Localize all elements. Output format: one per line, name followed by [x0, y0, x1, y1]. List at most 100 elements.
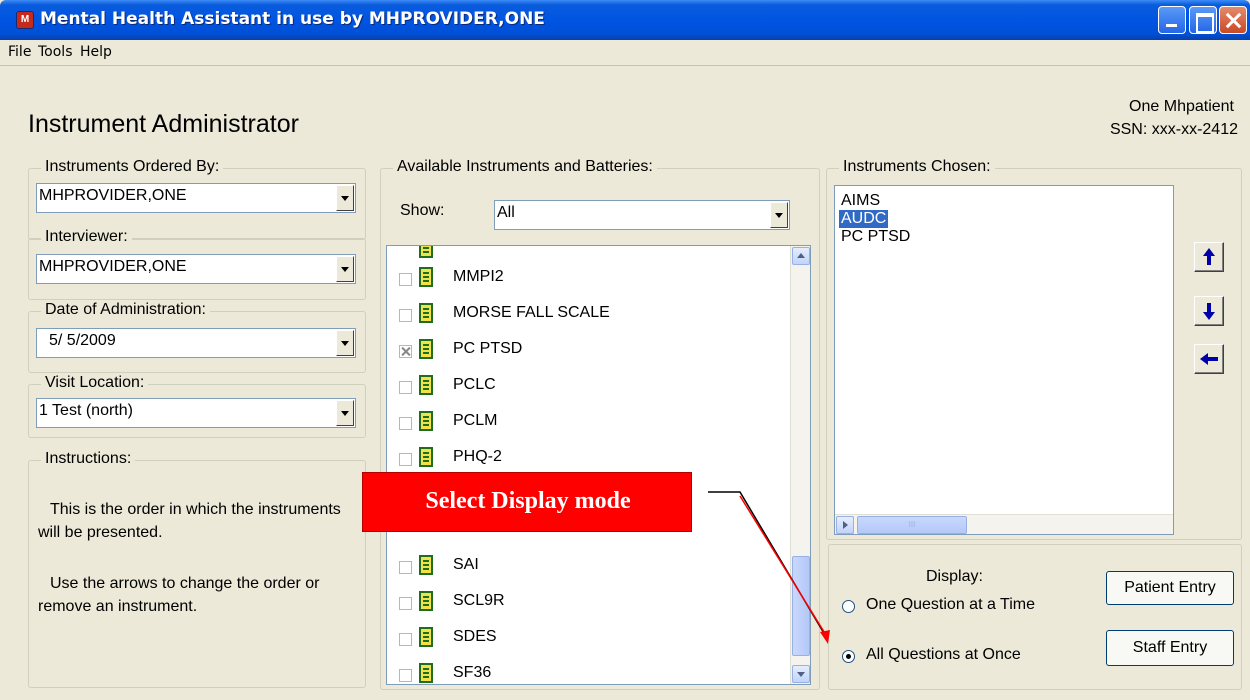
move-up-button[interactable]	[1194, 242, 1224, 272]
list-item-label: SDES	[453, 628, 497, 645]
instrument-list[interactable]: MMPI2 MORSE FALL SCALE PC PTSD PCLC PCLM…	[386, 245, 811, 685]
ordered-by-value: MHPROVIDER,ONE	[39, 187, 187, 204]
chevron-down-icon[interactable]	[336, 330, 354, 356]
window-title: Mental Health Assistant in use by MHPROV…	[40, 9, 545, 29]
list-item-label: SCL9R	[453, 592, 505, 609]
minimize-button[interactable]	[1158, 6, 1186, 34]
scroll-up-icon[interactable]	[792, 247, 810, 265]
patient-name: One Mhpatient	[1129, 98, 1234, 115]
document-icon	[419, 303, 433, 323]
scroll-thumb[interactable]	[792, 556, 810, 656]
maximize-button[interactable]	[1189, 6, 1217, 34]
checkbox[interactable]	[399, 453, 412, 466]
list-item[interactable]: SCL9R	[387, 587, 787, 623]
arrow-down-icon	[1203, 303, 1215, 320]
list-item[interactable]: PCLM	[387, 407, 787, 443]
instructions-label: Instructions:	[41, 450, 136, 468]
checkbox[interactable]	[399, 309, 412, 322]
list-item-label: PC PTSD	[453, 340, 523, 357]
menu-tools[interactable]: Tools	[38, 44, 73, 60]
chevron-down-icon[interactable]	[336, 400, 354, 426]
list-item-label: MMPI2	[453, 268, 504, 285]
interviewer-label: Interviewer:	[41, 228, 132, 246]
interviewer-select[interactable]: MHPROVIDER,ONE	[36, 254, 356, 284]
option-all-questions-label[interactable]: All Questions at Once	[866, 646, 1021, 664]
arrow-left-icon	[1200, 353, 1218, 365]
document-icon	[419, 411, 433, 431]
checkbox[interactable]	[399, 273, 412, 286]
checkbox[interactable]	[399, 561, 412, 574]
list-item[interactable]: MORSE FALL SCALE	[387, 299, 787, 335]
scroll-thumb[interactable]: III	[857, 516, 967, 534]
document-icon	[419, 375, 433, 395]
instructions-text-2: Use the arrows to change the order or re…	[38, 575, 320, 615]
list-item-label: SF36	[453, 664, 492, 681]
document-icon	[419, 627, 433, 647]
chosen-horizontal-scrollbar[interactable]: III	[835, 514, 1173, 534]
chosen-item-selected[interactable]: AUDC	[839, 210, 889, 228]
chosen-list[interactable]: AIMS AUDC PC PTSD III	[834, 185, 1174, 535]
available-label: Available Instruments and Batteries:	[393, 158, 657, 176]
list-item[interactable]: PCLC	[387, 371, 787, 407]
ordered-by-select[interactable]: MHPROVIDER,ONE	[36, 183, 356, 213]
document-icon	[419, 447, 433, 467]
checkbox[interactable]	[399, 669, 412, 682]
close-button[interactable]	[1219, 6, 1247, 34]
menu-help[interactable]: Help	[80, 44, 112, 60]
date-value: 5/ 5/2009	[49, 332, 116, 349]
interviewer-value: MHPROVIDER,ONE	[39, 258, 187, 275]
list-item[interactable]: SAI	[387, 551, 787, 587]
staff-entry-button[interactable]: Staff Entry	[1106, 630, 1234, 666]
chosen-item[interactable]: PC PTSD	[839, 228, 912, 246]
chevron-down-icon[interactable]	[770, 202, 788, 228]
remove-button[interactable]	[1194, 344, 1224, 374]
page-title: Instrument Administrator	[28, 110, 299, 138]
app-icon: M	[16, 11, 34, 29]
list-item-label: PCLM	[453, 412, 498, 429]
option-one-question-label[interactable]: One Question at a Time	[866, 596, 1035, 614]
chosen-label: Instruments Chosen:	[839, 158, 995, 176]
list-item[interactable]: SDES	[387, 623, 787, 659]
chosen-item[interactable]: AIMS	[839, 192, 882, 210]
visit-location-value: 1 Test (north)	[39, 402, 133, 419]
document-icon	[419, 267, 433, 287]
list-item[interactable]: SF36	[387, 659, 787, 684]
document-icon	[419, 339, 433, 359]
list-item-label: MORSE FALL SCALE	[453, 304, 610, 321]
list-item[interactable]: PC PTSD	[387, 335, 787, 371]
annotation-text: Select Display mode	[425, 488, 631, 514]
display-label: Display:	[926, 568, 983, 585]
checkbox[interactable]	[399, 381, 412, 394]
document-icon	[419, 663, 433, 683]
radio-all-questions[interactable]	[842, 650, 855, 663]
document-icon	[419, 591, 433, 611]
date-picker[interactable]: 5/ 5/2009	[36, 328, 356, 358]
show-label: Show:	[400, 202, 445, 219]
radio-one-question[interactable]	[842, 600, 855, 613]
chevron-down-icon[interactable]	[336, 256, 354, 282]
checkbox[interactable]	[399, 633, 412, 646]
menu-bar: File Tools Help	[0, 40, 1250, 66]
arrow-up-icon	[1203, 248, 1215, 265]
list-item[interactable]: MMPI2	[387, 263, 787, 299]
checkbox[interactable]	[399, 417, 412, 430]
display-panel	[828, 544, 1242, 690]
chevron-down-icon[interactable]	[336, 185, 354, 211]
move-down-button[interactable]	[1194, 296, 1224, 326]
scroll-down-icon[interactable]	[792, 665, 810, 683]
scroll-right-icon[interactable]	[836, 516, 854, 534]
checkbox-checked[interactable]	[399, 345, 412, 358]
menu-file[interactable]: File	[8, 44, 31, 60]
document-icon	[419, 555, 433, 575]
show-filter-select[interactable]: All	[494, 200, 790, 230]
checkbox[interactable]	[399, 597, 412, 610]
date-label: Date of Administration:	[41, 301, 210, 319]
list-scrollbar[interactable]	[790, 246, 810, 684]
visit-location-select[interactable]: 1 Test (north)	[36, 398, 356, 428]
patient-entry-button[interactable]: Patient Entry	[1106, 571, 1234, 605]
patient-ssn: SSN: xxx-xx-2412	[1109, 121, 1238, 138]
title-bar[interactable]: M Mental Health Assistant in use by MHPR…	[0, 0, 1250, 40]
annotation-callout: Select Display mode	[362, 472, 692, 532]
list-item-label: PCLC	[453, 376, 496, 393]
visit-location-label: Visit Location:	[41, 374, 149, 392]
